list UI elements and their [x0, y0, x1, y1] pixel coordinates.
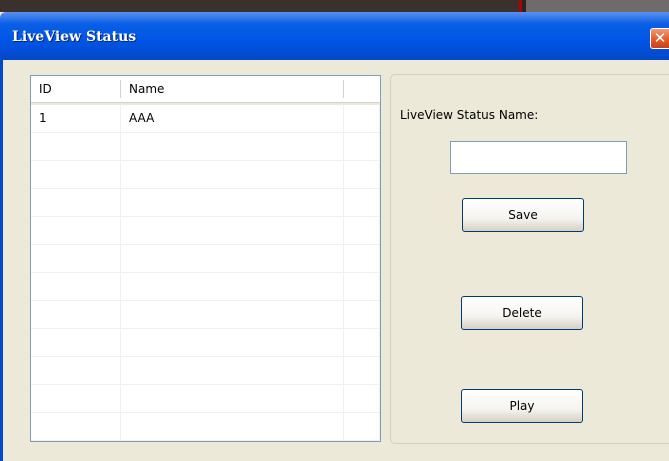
- cell-id: [31, 357, 121, 384]
- column-header-extra[interactable]: [344, 76, 380, 100]
- close-button[interactable]: ✕: [650, 28, 669, 49]
- close-icon: ✕: [653, 29, 667, 47]
- table-row[interactable]: [31, 357, 380, 385]
- cell-name: [121, 245, 344, 272]
- table-row[interactable]: [31, 189, 380, 217]
- play-button[interactable]: Play: [461, 389, 583, 423]
- background-light-area: [526, 0, 669, 12]
- cell-extra: [344, 329, 380, 356]
- column-header-id[interactable]: ID: [31, 76, 120, 100]
- table-row[interactable]: [31, 217, 380, 245]
- cell-name: [121, 357, 344, 384]
- status-list[interactable]: ID Name 1 AAA: [30, 75, 381, 442]
- cell-id: [31, 189, 121, 216]
- table-row[interactable]: [31, 413, 380, 441]
- delete-button[interactable]: Delete: [461, 296, 583, 330]
- cell-extra: [344, 357, 380, 384]
- cell-name: [121, 385, 344, 412]
- status-name-input[interactable]: [450, 141, 627, 174]
- cell-id: [31, 217, 121, 244]
- list-header: ID Name: [31, 76, 380, 105]
- cell-name: [121, 329, 344, 356]
- cell-extra: [344, 133, 380, 160]
- cell-name: [121, 273, 344, 300]
- background-app-strip: [0, 0, 669, 12]
- background-red-accent: [519, 0, 522, 12]
- table-row[interactable]: 1 AAA: [31, 105, 380, 133]
- table-row[interactable]: [31, 161, 380, 189]
- cell-extra: [344, 105, 380, 132]
- window-title: LiveView Status: [12, 29, 137, 45]
- cell-name: [121, 133, 344, 160]
- cell-name: [121, 161, 344, 188]
- cell-id: [31, 385, 121, 412]
- cell-id: [31, 245, 121, 272]
- cell-name: [121, 189, 344, 216]
- background-dark-area: [0, 0, 520, 12]
- table-row[interactable]: [31, 329, 380, 357]
- cell-id: [31, 301, 121, 328]
- table-row[interactable]: [31, 245, 380, 273]
- cell-id: [31, 273, 121, 300]
- cell-extra: [344, 161, 380, 188]
- list-body: 1 AAA: [31, 105, 380, 441]
- cell-extra: [344, 245, 380, 272]
- cell-name: AAA: [121, 105, 344, 132]
- table-row[interactable]: [31, 133, 380, 161]
- save-button[interactable]: Save: [462, 198, 584, 232]
- cell-name: [121, 413, 344, 440]
- cell-extra: [344, 273, 380, 300]
- cell-extra: [344, 413, 380, 440]
- cell-id: [31, 161, 121, 188]
- cell-name: [121, 301, 344, 328]
- cell-extra: [344, 217, 380, 244]
- table-row[interactable]: [31, 385, 380, 413]
- cell-id: [31, 133, 121, 160]
- table-row[interactable]: [31, 273, 380, 301]
- table-row[interactable]: [31, 301, 380, 329]
- cell-id: [31, 329, 121, 356]
- cell-id: 1: [31, 105, 121, 132]
- cell-extra: [344, 189, 380, 216]
- cell-id: [31, 413, 121, 440]
- column-header-name[interactable]: Name: [121, 76, 343, 100]
- cell-extra: [344, 385, 380, 412]
- status-name-label: LiveView Status Name:: [400, 108, 539, 122]
- cell-name: [121, 217, 344, 244]
- title-bar: LiveView Status ✕: [0, 12, 669, 60]
- cell-extra: [344, 301, 380, 328]
